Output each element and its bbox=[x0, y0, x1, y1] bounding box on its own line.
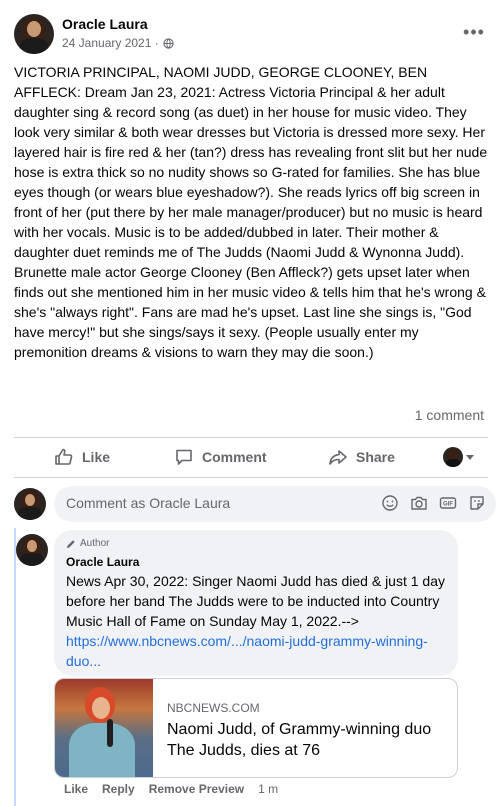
author-avatar[interactable] bbox=[14, 14, 54, 54]
like-label: Like bbox=[82, 449, 111, 465]
pencil-icon bbox=[67, 539, 75, 548]
preview-title: Naomi Judd, of Grammy-winning duo The Ju… bbox=[167, 721, 432, 759]
comment-body: News Apr 30, 2022: Singer Naomi Judd has… bbox=[66, 573, 445, 629]
comment-link[interactable]: https://www.nbcnews.com/.../naomi-judd-g… bbox=[66, 633, 428, 669]
preview-image bbox=[55, 679, 153, 777]
author-name[interactable]: Oracle Laura bbox=[62, 16, 148, 32]
post-card: Oracle Laura 24 January 2021 · ••• VICTO… bbox=[0, 0, 502, 806]
divider bbox=[14, 477, 488, 478]
sticker-icon[interactable] bbox=[468, 494, 486, 512]
post-actions: Like Comment Share bbox=[14, 440, 488, 474]
comment-bubble: Author Oracle Laura News Apr 30, 2022: S… bbox=[54, 530, 458, 676]
comment-text: News Apr 30, 2022: Singer Naomi Judd has… bbox=[66, 571, 450, 671]
share-label: Share bbox=[356, 449, 395, 465]
comment-label: Comment bbox=[202, 449, 267, 465]
like-button[interactable]: Like bbox=[54, 447, 110, 467]
comment-actions: Like Reply Remove Preview 1 m bbox=[64, 782, 278, 796]
comment-author-avatar[interactable] bbox=[16, 534, 48, 566]
comment-reply-button[interactable]: Reply bbox=[102, 782, 135, 796]
post-header: Oracle Laura 24 January 2021 · ••• bbox=[14, 14, 488, 54]
author-badge: Author bbox=[66, 538, 109, 549]
audience-selector[interactable] bbox=[443, 447, 474, 467]
composer-icons: GIF bbox=[381, 494, 486, 512]
comment-count[interactable]: 1 comment bbox=[415, 407, 484, 423]
comment-author-name[interactable]: Oracle Laura bbox=[66, 555, 139, 569]
emoji-icon[interactable] bbox=[381, 494, 399, 512]
globe-icon bbox=[163, 37, 174, 49]
camera-icon[interactable] bbox=[410, 494, 428, 512]
post-meta: 24 January 2021 · bbox=[62, 36, 174, 50]
preview-domain: NBCNEWS.COM bbox=[167, 701, 260, 715]
comment-input-box[interactable]: Comment as Oracle Laura GIF bbox=[54, 486, 496, 522]
gif-icon[interactable]: GIF bbox=[439, 494, 457, 512]
more-options-button[interactable]: ••• bbox=[460, 18, 488, 46]
divider bbox=[14, 437, 488, 438]
post-date[interactable]: 24 January 2021 · bbox=[62, 36, 159, 50]
post-text: VICTORIA PRINCIPAL, NAOMI JUDD, GEORGE C… bbox=[14, 64, 492, 360]
author-badge-label: Author bbox=[80, 538, 110, 549]
comment-time[interactable]: 1 m bbox=[258, 782, 278, 796]
share-icon bbox=[329, 450, 347, 465]
share-button[interactable]: Share bbox=[328, 447, 395, 467]
comment-button[interactable]: Comment bbox=[174, 447, 267, 467]
thumbs-up-icon bbox=[55, 448, 73, 465]
comment-input[interactable]: Comment as Oracle Laura bbox=[66, 495, 230, 511]
link-preview[interactable]: NBCNEWS.COM Naomi Judd, of Grammy-winnin… bbox=[54, 678, 458, 778]
chevron-down-icon bbox=[466, 454, 474, 460]
thread-line bbox=[14, 528, 16, 806]
profile-avatar bbox=[443, 447, 463, 467]
svg-text:GIF: GIF bbox=[443, 502, 453, 508]
comment-icon bbox=[176, 449, 192, 465]
comment-composer: Comment as Oracle Laura GIF bbox=[14, 486, 496, 524]
remove-preview-button[interactable]: Remove Preview bbox=[149, 782, 244, 796]
comment-like-button[interactable]: Like bbox=[64, 782, 88, 796]
commenter-avatar[interactable] bbox=[14, 488, 46, 520]
